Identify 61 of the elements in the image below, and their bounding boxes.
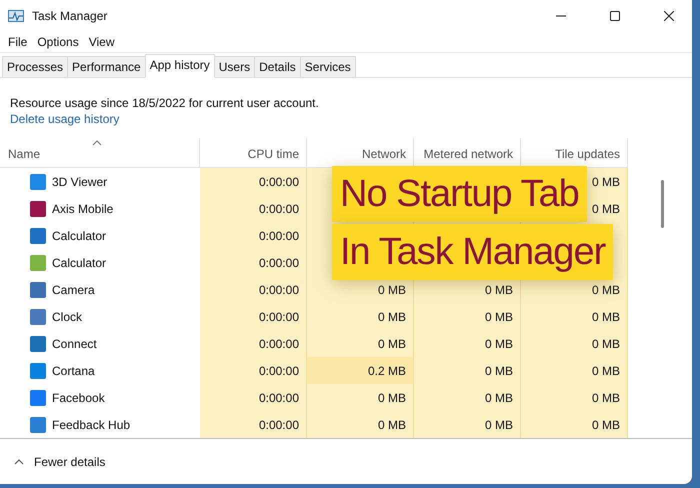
- table-cell: 0 MB: [414, 357, 521, 384]
- app-name: Calculator: [52, 256, 106, 270]
- table-cell: 0 MB: [521, 384, 628, 411]
- table-cell: 0:00:00: [200, 411, 307, 438]
- table-cell: 0:00:00: [200, 222, 307, 249]
- network-cell: 0 MB: [307, 384, 414, 411]
- network-cell: 0.2 MB: [307, 357, 414, 384]
- table-cell: 0 MB: [414, 384, 521, 411]
- column-header[interactable]: CPU time: [248, 147, 299, 161]
- tab[interactable]: Performance: [67, 56, 146, 77]
- column-header[interactable]: Metered network: [424, 147, 513, 161]
- table-cell: 0:00:00: [200, 303, 307, 330]
- window-title: Task Manager: [32, 9, 108, 23]
- app-name: Feedback Hub: [52, 418, 130, 432]
- table-cell: 0 MB: [414, 330, 521, 357]
- app-name: Clock: [52, 310, 82, 324]
- caption-banner: In Task Manager: [332, 224, 614, 280]
- column-header[interactable]: Network: [362, 147, 406, 161]
- column-header[interactable]: Tile updates: [555, 147, 620, 161]
- app-name: 3D Viewer: [52, 174, 108, 188]
- table-cell: 0:00:00: [200, 195, 307, 222]
- table-cell: 0:00:00: [200, 384, 307, 411]
- app-name: Camera: [52, 282, 95, 296]
- table-cell: 0 MB: [414, 303, 521, 330]
- network-cell: 0 MB: [307, 303, 414, 330]
- table-cell: 0:00:00: [200, 276, 307, 303]
- table-cell: 0:00:00: [200, 168, 307, 195]
- app-name: Axis Mobile: [52, 202, 114, 216]
- table-cell: 0:00:00: [200, 330, 307, 357]
- column-header[interactable]: Name: [8, 147, 40, 161]
- chart-icon: [8, 10, 24, 22]
- table-cell: 0 MB: [414, 411, 521, 438]
- app-name: Connect: [52, 336, 97, 350]
- app-name: Calculator: [52, 228, 106, 242]
- table-cell: 0 MB: [521, 357, 628, 384]
- network-cell: 0 MB: [307, 411, 414, 438]
- menu-item[interactable]: Options: [33, 35, 83, 49]
- table-cell: 0 MB: [521, 303, 628, 330]
- app-name: Facebook: [52, 390, 105, 404]
- tab[interactable]: Users: [214, 56, 256, 77]
- info-text: Resource usage since 18/5/2022 for current user account.: [10, 96, 320, 110]
- tab[interactable]: Processes: [2, 56, 68, 77]
- maximize-icon: [610, 11, 620, 21]
- network-cell: 0 MB: [307, 330, 414, 357]
- tab[interactable]: Details: [254, 56, 301, 77]
- app-name: Cortana: [52, 364, 95, 378]
- menu-item[interactable]: View: [84, 35, 118, 49]
- table-cell: 0 MB: [521, 330, 628, 357]
- table-cell: 0:00:00: [200, 249, 307, 276]
- sort-caret-icon: [92, 140, 102, 146]
- table-cell: 0 MB: [521, 411, 628, 438]
- menu-item[interactable]: File: [4, 35, 32, 49]
- tab[interactable]: App history: [144, 54, 215, 78]
- collapse-caret-icon[interactable]: [14, 458, 24, 464]
- scrollbar-thumb[interactable]: [660, 180, 664, 228]
- close-icon: [664, 11, 674, 21]
- table-cell: 0:00:00: [200, 357, 307, 384]
- delete-history-link[interactable]: Delete usage history: [10, 112, 120, 126]
- fewer-details-link[interactable]: Fewer details: [34, 454, 106, 468]
- tab[interactable]: Services: [300, 56, 356, 77]
- caption-banner: No Startup Tab: [332, 166, 587, 222]
